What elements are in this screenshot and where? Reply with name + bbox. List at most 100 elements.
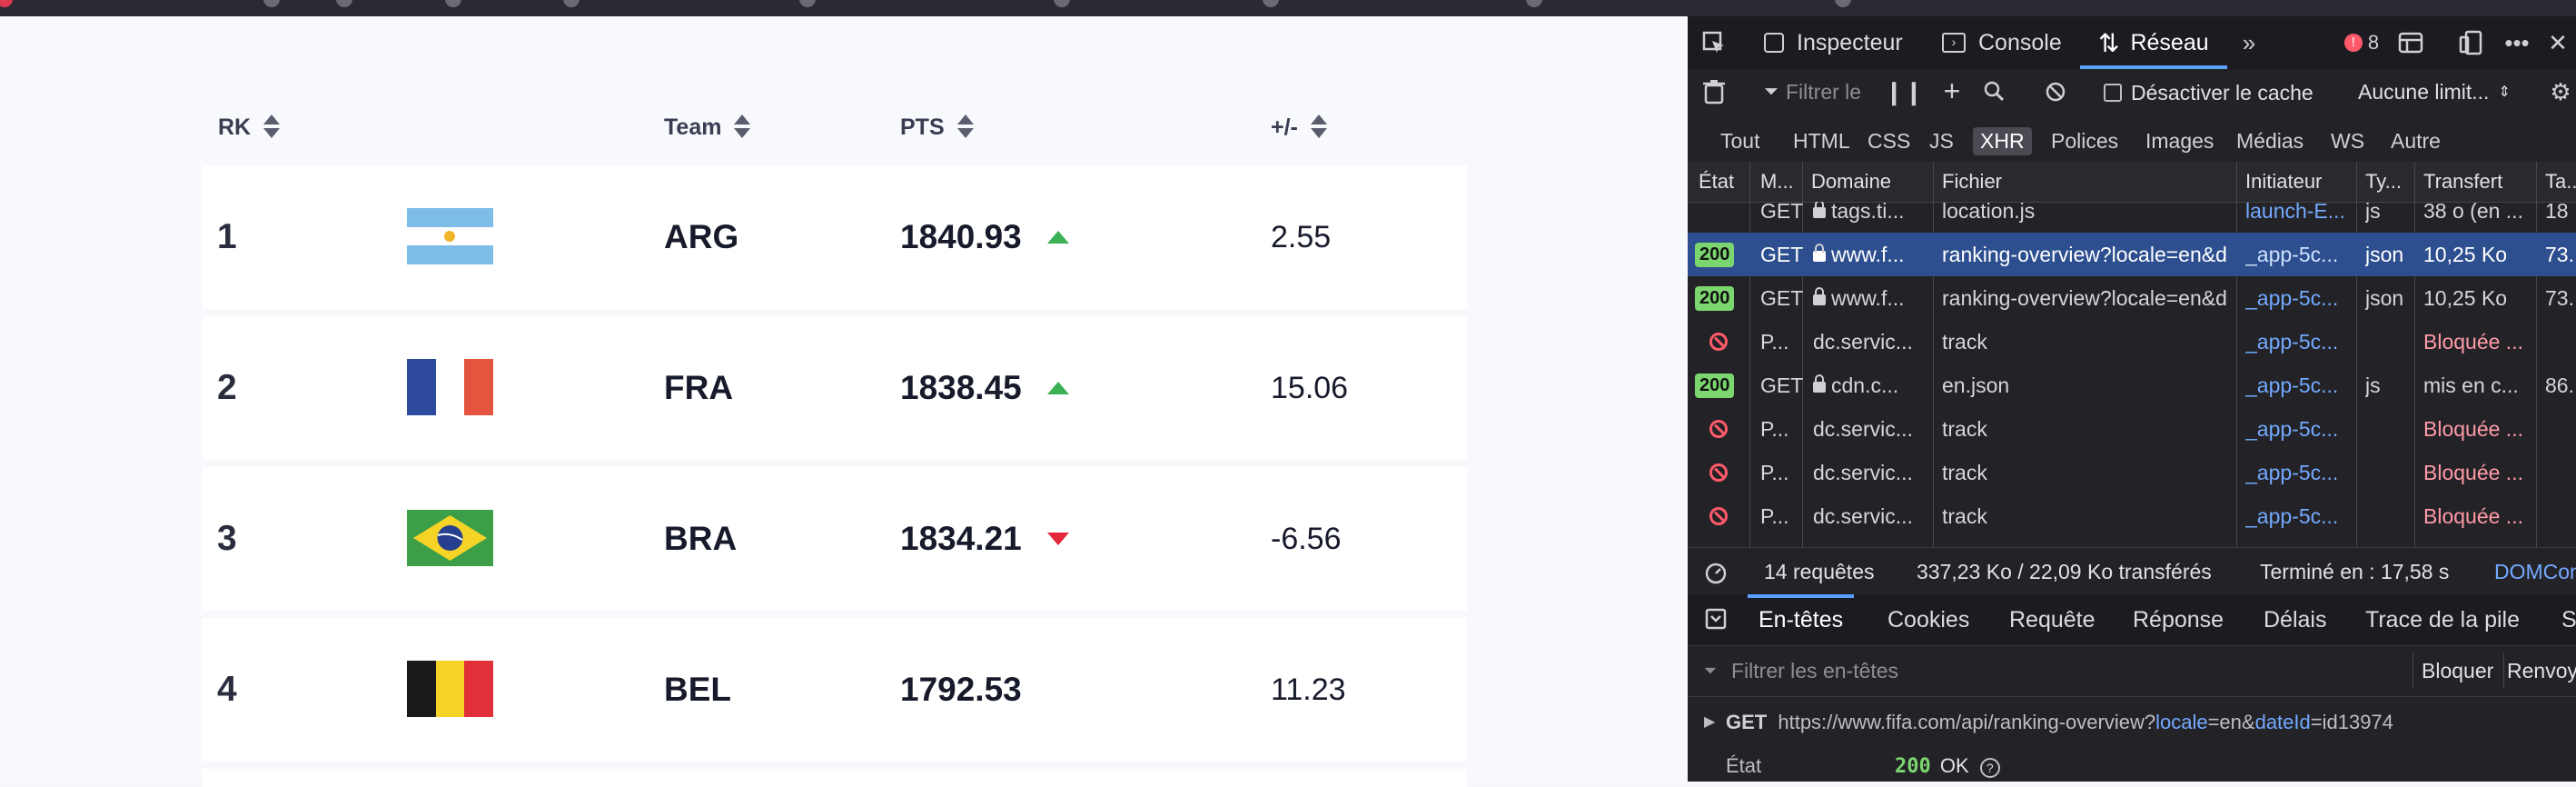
add-icon[interactable]: + xyxy=(1938,75,1966,107)
blocked-icon xyxy=(1709,320,1728,364)
trend-down-icon xyxy=(1046,533,1069,545)
help-icon[interactable]: ? xyxy=(1979,758,2000,778)
column-transfer[interactable]: Transfert xyxy=(2423,162,2502,202)
column-file[interactable]: Fichier xyxy=(1942,162,2002,202)
type-filter-other[interactable]: Autre xyxy=(2383,127,2448,155)
gear-icon[interactable]: ⚙ xyxy=(2545,77,2576,106)
tab-response[interactable]: Réponse xyxy=(2133,594,2224,645)
trash-icon[interactable] xyxy=(1700,77,1728,106)
timer-icon[interactable] xyxy=(1702,559,1729,586)
table-row[interactable]: 3 BRA 1834.21 -6.56 xyxy=(203,467,1467,611)
sort-icon[interactable] xyxy=(1310,113,1327,140)
resend-button[interactable]: Renvoye xyxy=(2507,659,2576,683)
request-initiator[interactable]: _app-5c... xyxy=(2245,451,2353,494)
type-filter-media[interactable]: Médias xyxy=(2229,127,2311,155)
table-row[interactable]: 2 FRA 1838.45 15.06 xyxy=(203,316,1467,460)
request-method: GET xyxy=(1760,202,1804,223)
block-requests-icon[interactable] xyxy=(2042,78,2069,105)
request-initiator[interactable]: _app-5c... xyxy=(2245,233,2353,276)
column-type[interactable]: Ty... xyxy=(2365,162,2402,202)
expand-triangle-icon[interactable]: ▶ xyxy=(1704,712,1715,731)
request-row[interactable]: 200 GET www.f... ranking-overview?locale… xyxy=(1688,276,2576,320)
team-cell[interactable]: BRA xyxy=(664,467,737,611)
tab-timings[interactable]: Délais xyxy=(2264,594,2326,645)
request-initiator[interactable]: _app-5c... xyxy=(2245,494,2353,538)
devtools-panel: Inspecteur › Console ⇅ Réseau » ! 8 ••• … xyxy=(1688,16,2576,782)
type-filter-html[interactable]: HTML xyxy=(1786,127,1858,155)
request-domain: dc.servic... xyxy=(1813,460,1913,484)
change-cell: 11.23 xyxy=(1271,672,1346,707)
request-initiator[interactable]: _app-5c... xyxy=(2245,320,2353,364)
search-icon[interactable] xyxy=(1980,76,2007,105)
type-filter-css[interactable]: CSS xyxy=(1860,127,1917,155)
table-row[interactable]: 4 BEL 1792.53 11.23 xyxy=(203,618,1467,762)
tab-console[interactable]: › Console xyxy=(1942,16,2062,69)
pause-icon[interactable]: ❙❙ xyxy=(1884,78,1924,105)
request-domain: www.f... xyxy=(1813,276,1929,320)
header-team[interactable]: Team xyxy=(664,113,751,142)
request-transfer: Bloquée ... xyxy=(2423,416,2523,441)
header-change[interactable]: +/- xyxy=(1271,115,1327,142)
type-filter-fonts[interactable]: Polices xyxy=(2044,127,2125,155)
tab-cookies[interactable]: Cookies xyxy=(1887,594,1969,645)
request-row-selected[interactable]: 200 GET www.f... ranking-overview?locale… xyxy=(1688,233,2576,276)
request-initiator[interactable]: _app-5c... xyxy=(2245,364,2353,407)
sort-icon[interactable] xyxy=(263,113,281,140)
request-method: GET xyxy=(1760,285,1804,310)
type-filter-js[interactable]: JS xyxy=(1922,127,1961,155)
type-filter-xhr[interactable]: XHR xyxy=(1973,127,2032,155)
request-row[interactable]: P... dc.servic... track _app-5c... Bloqu… xyxy=(1688,407,2576,451)
headers-filter-input[interactable]: Filtrer les en-têtes xyxy=(1731,659,1898,683)
request-url-line[interactable]: ▶ GET https://www.fifa.com/api/ranking-o… xyxy=(1688,696,2576,747)
tab-network[interactable]: ⇅ Réseau xyxy=(2080,16,2227,69)
request-transfer: 10,25 Ko xyxy=(2423,242,2508,266)
url-filter-input[interactable]: Filtrer le xyxy=(1786,80,1877,105)
block-button[interactable]: Bloquer xyxy=(2414,659,2493,683)
element-picker-icon[interactable] xyxy=(1700,29,1728,56)
request-initiator[interactable]: _app-5c... xyxy=(2245,407,2353,451)
column-status[interactable]: État xyxy=(1699,162,1734,202)
tab-request[interactable]: Requête xyxy=(2009,594,2095,645)
column-domain[interactable]: Domaine xyxy=(1811,162,1891,202)
error-count-badge[interactable]: ! 8 xyxy=(2334,29,2389,56)
responsive-mode-icon[interactable] xyxy=(2456,29,2485,56)
type-filter-ws[interactable]: WS xyxy=(2323,127,2372,155)
request-method: GET xyxy=(1760,242,1804,266)
column-initiator[interactable]: Initiateur xyxy=(2245,162,2322,202)
close-icon[interactable]: ✕ xyxy=(2541,27,2574,58)
table-row[interactable]: 1 ARG 1840.93 2.55 xyxy=(203,165,1467,309)
more-tabs-chevron-icon[interactable]: » xyxy=(2233,27,2265,58)
request-row[interactable]: P... dc.servic... track _app-5c... Bloqu… xyxy=(1688,494,2576,538)
team-cell[interactable]: FRA xyxy=(664,316,733,460)
column-method[interactable]: M... xyxy=(1760,162,1794,202)
throttling-select[interactable]: Aucune limit... ⇕ xyxy=(2358,78,2511,105)
sidebar-toggle-icon[interactable] xyxy=(2396,29,2425,56)
tab-inspector[interactable]: Inspecteur xyxy=(1764,16,1903,69)
request-initiator[interactable]: launch-E... xyxy=(2245,202,2353,233)
header-rank[interactable]: RK xyxy=(218,113,281,142)
filter-icon: ⏷ xyxy=(1703,661,1718,680)
type-filter-all[interactable]: Tout xyxy=(1713,127,1767,155)
column-size[interactable]: Ta... xyxy=(2545,162,2576,202)
team-cell[interactable]: ARG xyxy=(664,165,738,309)
toggle-panel-icon[interactable] xyxy=(1702,605,1729,633)
disable-cache-checkbox[interactable]: Désactiver le cache xyxy=(2104,80,2313,105)
request-row[interactable]: GET tags.ti... location.js launch-E... j… xyxy=(1688,202,2576,233)
tab-headers[interactable]: En-têtes xyxy=(1747,594,1855,645)
team-cell[interactable]: BEL xyxy=(664,618,731,762)
more-options-icon[interactable]: ••• xyxy=(2500,27,2534,58)
type-filter-images[interactable]: Images xyxy=(2138,127,2221,155)
request-row[interactable]: P... dc.servic... track _app-5c... Bloqu… xyxy=(1688,451,2576,494)
request-row[interactable]: 200 GET cdn.c... en.json _app-5c... js m… xyxy=(1688,364,2576,407)
headers-filter-bar: ⏷ Filtrer les en-têtes Bloquer Renvoye xyxy=(1688,645,2576,697)
rank-cell: 2 xyxy=(217,368,237,407)
change-cell: 2.55 xyxy=(1271,219,1332,254)
request-initiator[interactable]: _app-5c... xyxy=(2245,276,2353,320)
tab-more[interactable]: S xyxy=(2561,594,2576,645)
header-points[interactable]: PTS xyxy=(900,115,974,142)
request-row[interactable]: P... dc.servic... track _app-5c... Bloqu… xyxy=(1688,320,2576,364)
tab-stack-trace[interactable]: Trace de la pile xyxy=(2365,594,2520,645)
sort-icon[interactable] xyxy=(734,113,751,140)
sort-icon[interactable] xyxy=(956,113,974,140)
network-filter-bar: ⏷ Filtrer le ❙❙ + Désactiver le cache Au… xyxy=(1688,69,2576,115)
